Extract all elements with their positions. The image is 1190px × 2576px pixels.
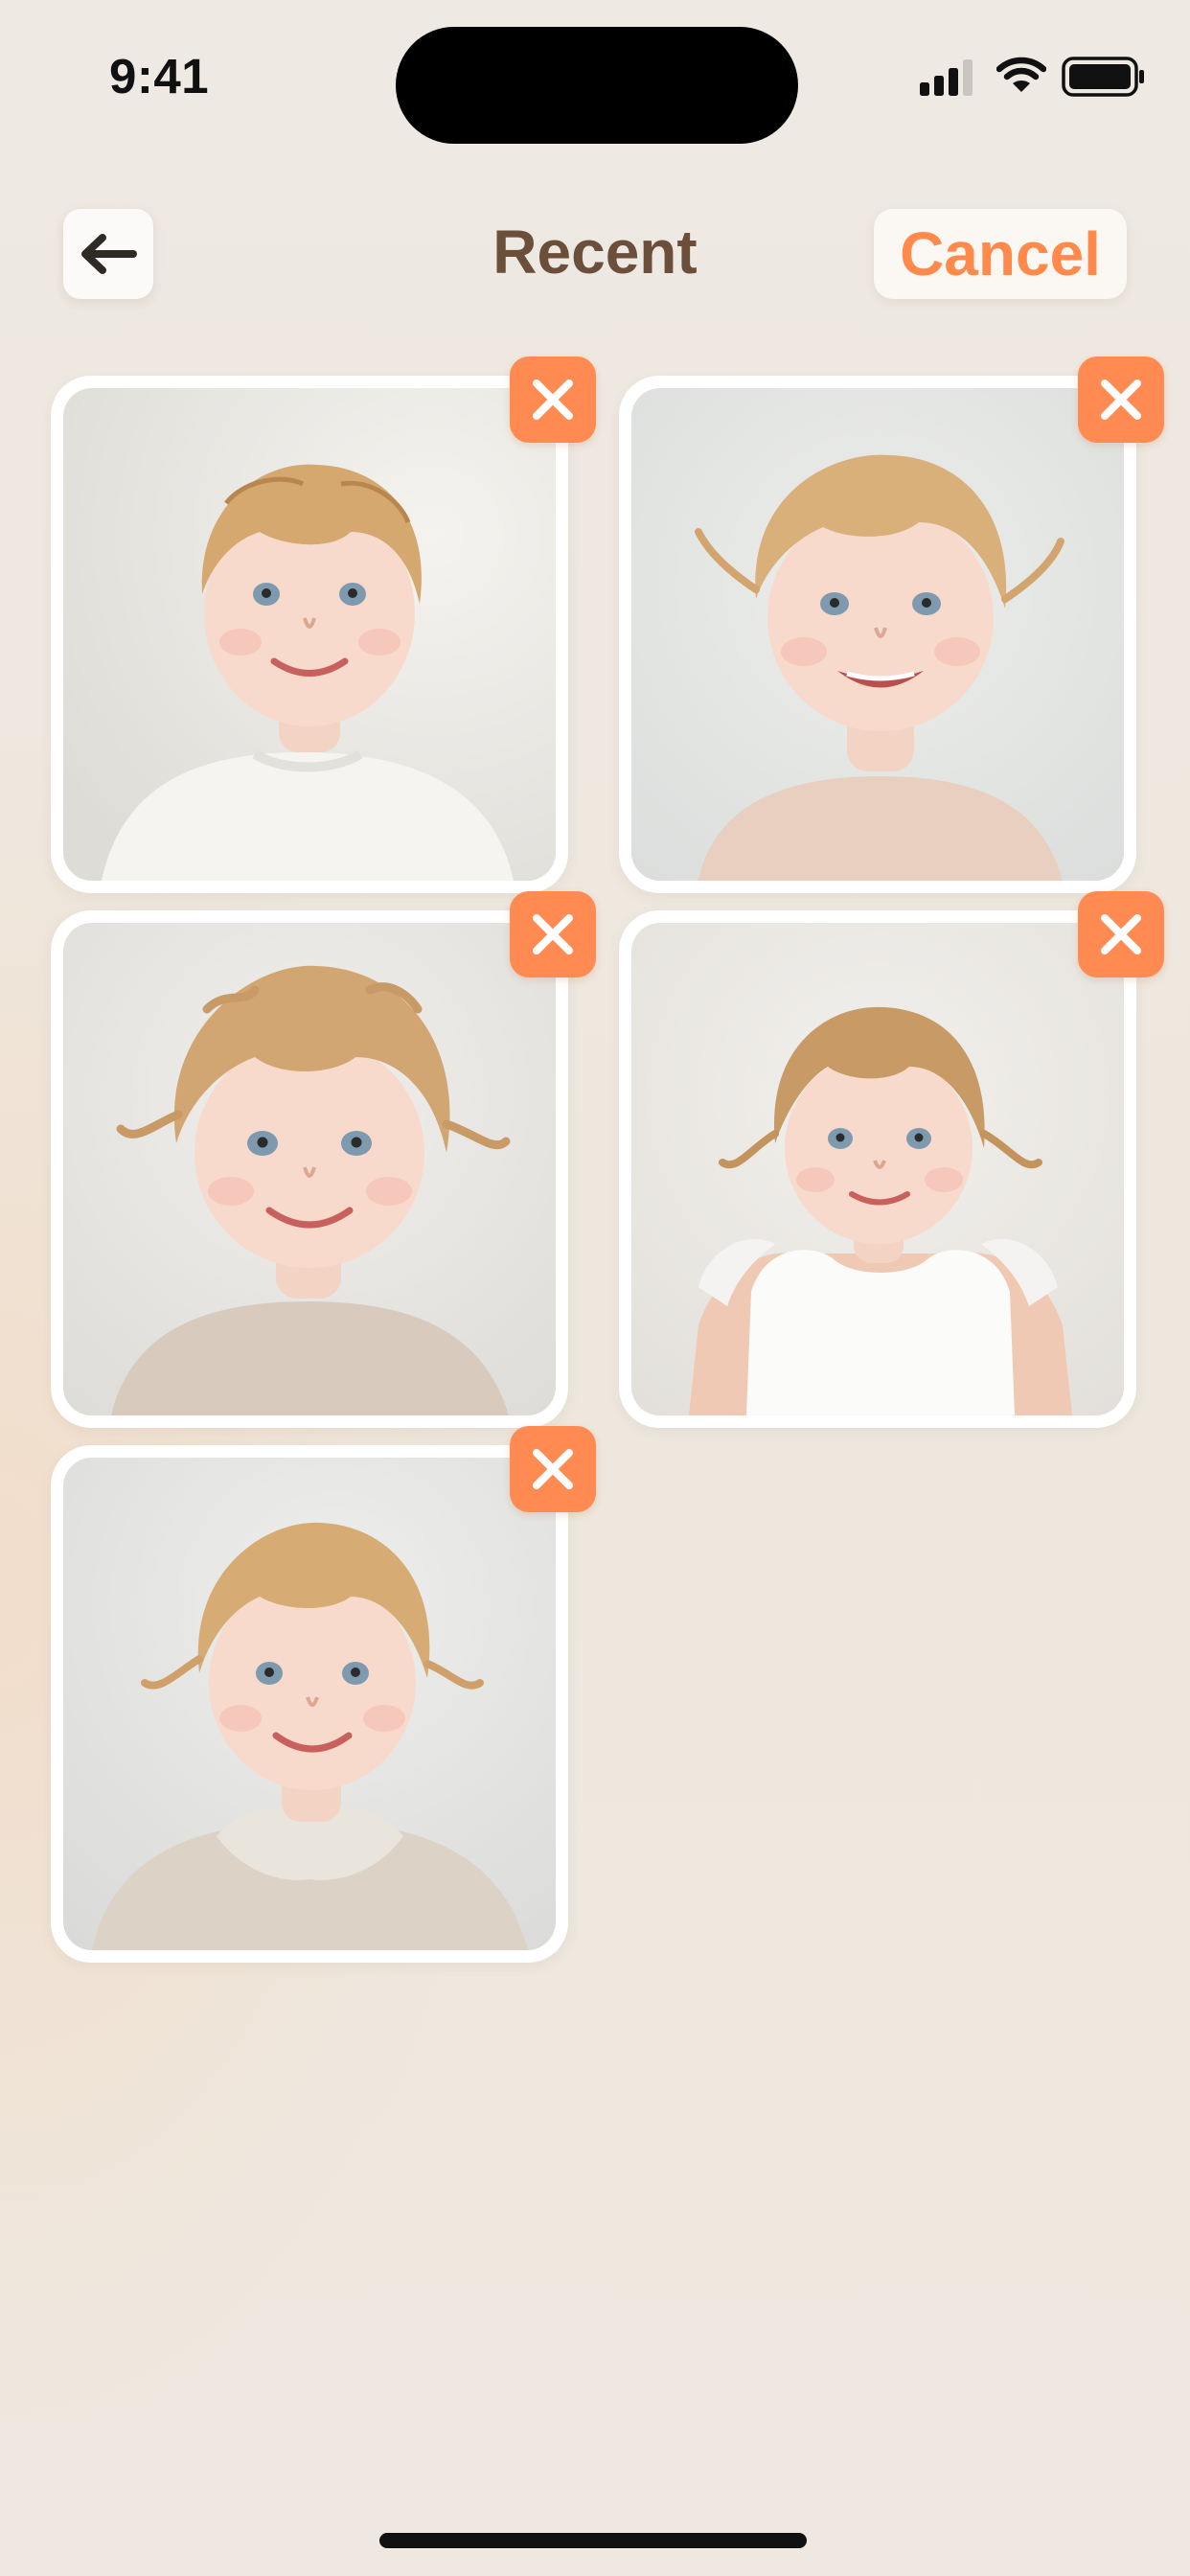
home-indicator[interactable] [379, 2533, 807, 2548]
toddler-photo [63, 388, 556, 881]
toddler-photo [63, 1458, 556, 1950]
toddler-photo [63, 923, 556, 1415]
remove-photo-button[interactable] [510, 1426, 596, 1512]
toddler-photo [631, 388, 1124, 881]
photo-card[interactable] [619, 891, 1164, 1428]
photo-card[interactable] [51, 1426, 596, 1963]
close-icon [533, 380, 573, 420]
remove-photo-button[interactable] [510, 356, 596, 443]
toddler-photo [631, 923, 1124, 1415]
close-icon [533, 914, 573, 954]
remove-photo-button[interactable] [1078, 891, 1164, 978]
close-icon [533, 1449, 573, 1489]
photo-grid [0, 0, 1190, 2012]
remove-photo-button[interactable] [1078, 356, 1164, 443]
photo-card[interactable] [619, 356, 1164, 893]
close-icon [1101, 380, 1141, 420]
remove-photo-button[interactable] [510, 891, 596, 978]
photo-card[interactable] [51, 356, 596, 893]
close-icon [1101, 914, 1141, 954]
photo-card[interactable] [51, 891, 596, 1428]
